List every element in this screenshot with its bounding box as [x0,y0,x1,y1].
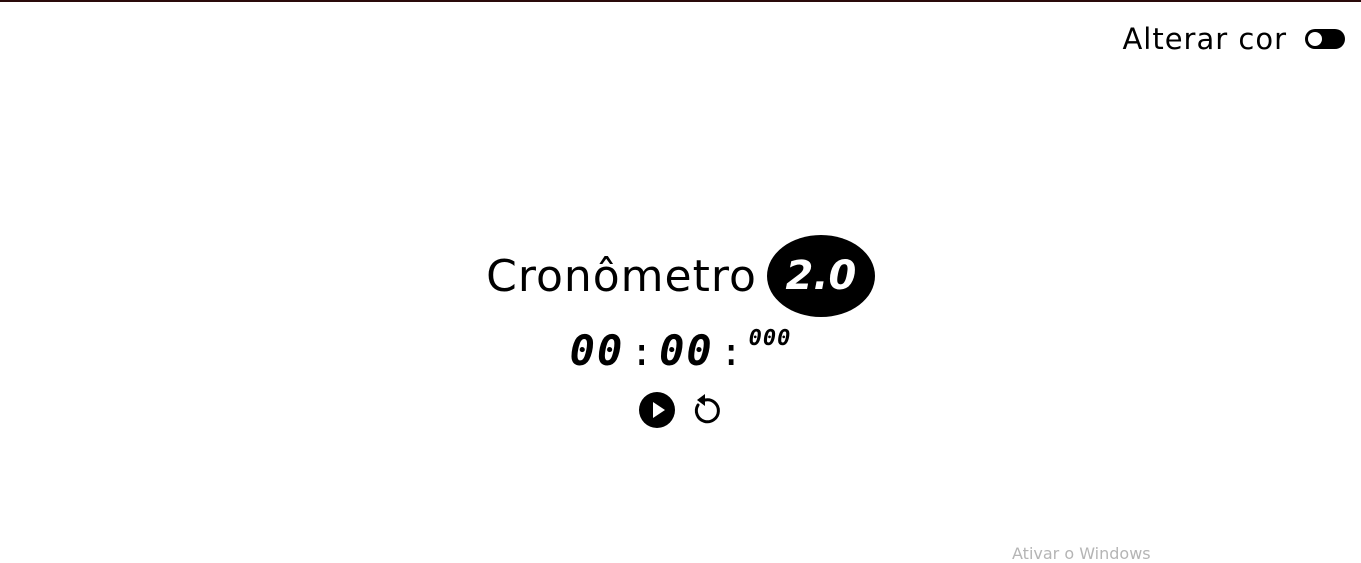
top-border [0,0,1361,2]
color-toggle-switch[interactable] [1305,29,1345,49]
stopwatch: Cronômetro 2.0 00 : 00 : 000 [0,234,1361,428]
color-toggle: Alterar cor [1122,22,1345,56]
play-button[interactable] [638,392,675,428]
color-toggle-label: Alterar cor [1122,22,1287,56]
play-circle-icon [638,392,675,428]
timer-milliseconds: 000 [748,326,792,351]
timer-separator: : [630,330,654,374]
activation-watermark: Ativar o Windows [1012,544,1151,563]
timer-controls [638,392,723,428]
switch-knob [1308,32,1322,46]
title-row: Cronômetro 2.0 [486,234,875,318]
version-badge: 2.0 [766,235,875,317]
timer-minutes: 00 [569,326,625,375]
timer-separator: : [719,330,743,374]
page-title: Cronômetro [486,250,757,302]
timer-seconds: 00 [659,326,714,375]
timer-display: 00 : 00 : 000 [569,326,792,375]
reset-icon [694,394,720,424]
reset-button[interactable] [687,392,723,428]
